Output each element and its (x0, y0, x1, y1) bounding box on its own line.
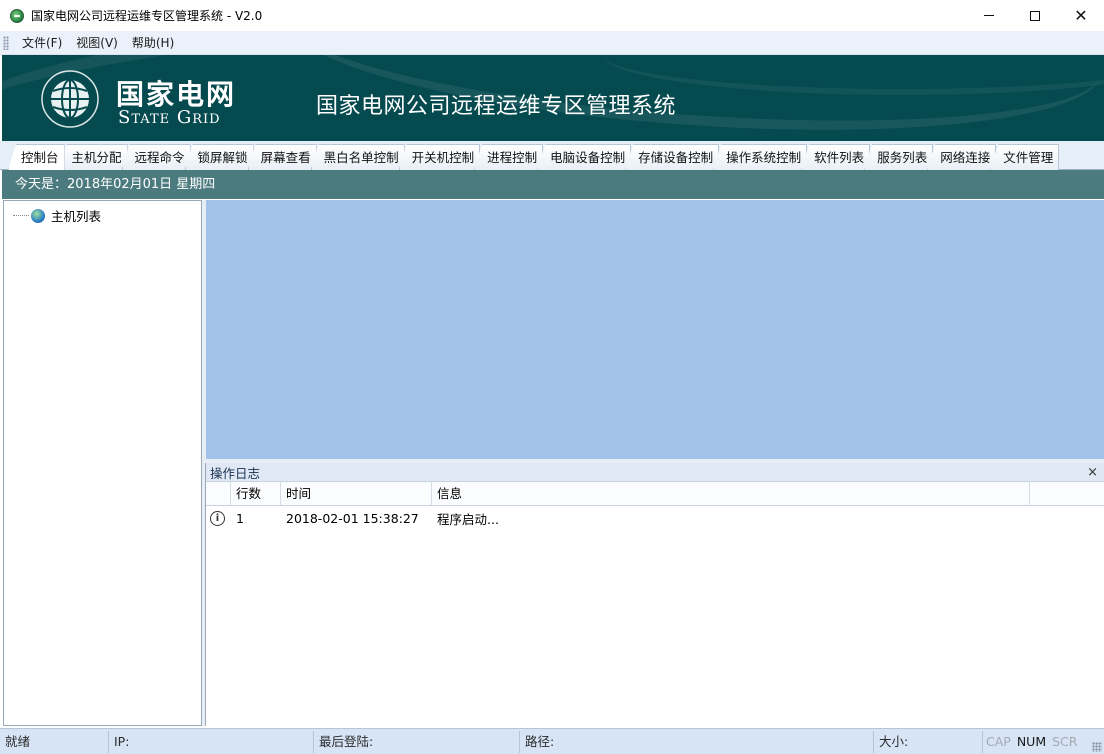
tab-12[interactable]: 服务列表 (864, 144, 934, 170)
menu-help[interactable]: 帮助(H) (125, 34, 181, 51)
tab-7[interactable]: 进程控制 (474, 144, 544, 170)
log-row-icon-cell: i (206, 510, 231, 526)
tab-10[interactable]: 操作系统控制 (713, 144, 808, 170)
window-title: 国家电网公司远程运维专区管理系统 - V2.0 (31, 9, 263, 23)
minimize-button[interactable] (966, 0, 1012, 31)
tab-4[interactable]: 屏幕查看 (247, 144, 317, 170)
tab-2[interactable]: 远程命令 (121, 144, 191, 170)
status-ip: IP: (109, 730, 314, 753)
status-bar: 就绪 IP: 最后登陆: 路径: 大小: CAP NUM SCR (0, 728, 1104, 754)
resize-grip-icon[interactable] (1092, 742, 1102, 752)
tab-0[interactable]: 控制台 (8, 144, 65, 170)
tree-connector (13, 215, 29, 216)
maximize-icon (1030, 10, 1040, 21)
log-column-headers: 行数 时间 信息 (206, 482, 1104, 506)
minimize-icon (984, 15, 994, 16)
tab-8[interactable]: 电脑设备控制 (537, 144, 632, 170)
date-bar: 今天是：2018年02月01日 星期四 (2, 170, 1104, 199)
log-close-icon[interactable]: × (1087, 465, 1100, 480)
close-button[interactable]: ✕ (1058, 0, 1104, 31)
status-cap-indicator: CAP (986, 733, 1011, 749)
log-message: 程序启动... (437, 511, 499, 527)
tab-bar: 控制台 主机分配 远程命令 锁屏解锁 屏幕查看 黑白名单控制 开关机控制 进程控制 电脑设备控制… (0, 141, 1104, 170)
column-header-filler (1030, 482, 1104, 506)
state-grid-logo-icon (41, 70, 99, 128)
tab-1[interactable]: 主机分配 (58, 144, 128, 170)
logo-english-name: State Grid (118, 107, 221, 128)
network-globe-icon (31, 208, 45, 223)
log-line-number: 1 (236, 510, 244, 526)
column-header-message[interactable]: 信息 (432, 482, 1030, 506)
menu-bar: 文件(F) 视图(V) 帮助(H) (0, 31, 1104, 55)
column-header-time[interactable]: 时间 (281, 482, 432, 506)
log-title: 操作日志 (210, 465, 261, 481)
tab-11[interactable]: 软件列表 (801, 144, 871, 170)
close-icon: ✕ (1074, 5, 1088, 25)
tab-9[interactable]: 存储设备控制 (625, 144, 720, 170)
tree-item-label: 主机列表 (51, 209, 102, 224)
title-bar: 国家电网公司远程运维专区管理系统 - V2.0 ✕ (0, 0, 1104, 31)
column-header-line[interactable]: 行数 (231, 482, 281, 506)
tab-strip: 控制台 主机分配 远程命令 锁屏解锁 屏幕查看 黑白名单控制 开关机控制 进程控制 电脑设备控制… (8, 144, 1060, 170)
tab-14[interactable]: 文件管理 (990, 144, 1060, 170)
header-banner: 国家电网 State Grid 国家电网公司远程运维专区管理系统 (2, 55, 1104, 141)
status-path: 路径: (520, 730, 874, 753)
status-scr-indicator: SCR (1052, 733, 1078, 749)
status-last-login: 最后登陆: (314, 730, 520, 753)
status-ready: 就绪 (0, 730, 109, 753)
menu-view[interactable]: 视图(V) (69, 34, 125, 51)
log-header: 操作日志 × (206, 463, 1104, 482)
status-size: 大小: (874, 730, 983, 753)
info-icon: i (210, 510, 225, 526)
status-num-indicator: NUM (1016, 733, 1047, 749)
app-globe-icon (10, 8, 24, 23)
system-title: 国家电网公司远程运维专区管理系统 (316, 94, 677, 119)
main-workspace (206, 200, 1104, 459)
tab-6[interactable]: 开关机控制 (398, 144, 481, 170)
tab-5[interactable]: 黑白名单控制 (310, 144, 405, 170)
tab-13[interactable]: 网络连接 (927, 144, 997, 170)
operation-log-panel: 操作日志 × 行数 时间 信息 i 1 2018-02-01 15:38:27 … (205, 463, 1104, 726)
log-row[interactable]: i 1 2018-02-01 15:38:27 程序启动... (206, 506, 1104, 530)
host-tree-panel: 主机列表 (3, 200, 202, 726)
tree-item-host-list[interactable]: 主机列表 (13, 206, 101, 225)
menu-file[interactable]: 文件(F) (15, 34, 69, 51)
log-time: 2018-02-01 15:38:27 (286, 510, 419, 526)
menu-grip-icon[interactable] (3, 35, 9, 50)
column-header-icon[interactable] (206, 482, 231, 506)
tab-3[interactable]: 锁屏解锁 (184, 144, 254, 170)
window-controls: ✕ (966, 0, 1104, 31)
maximize-button[interactable] (1012, 0, 1058, 31)
